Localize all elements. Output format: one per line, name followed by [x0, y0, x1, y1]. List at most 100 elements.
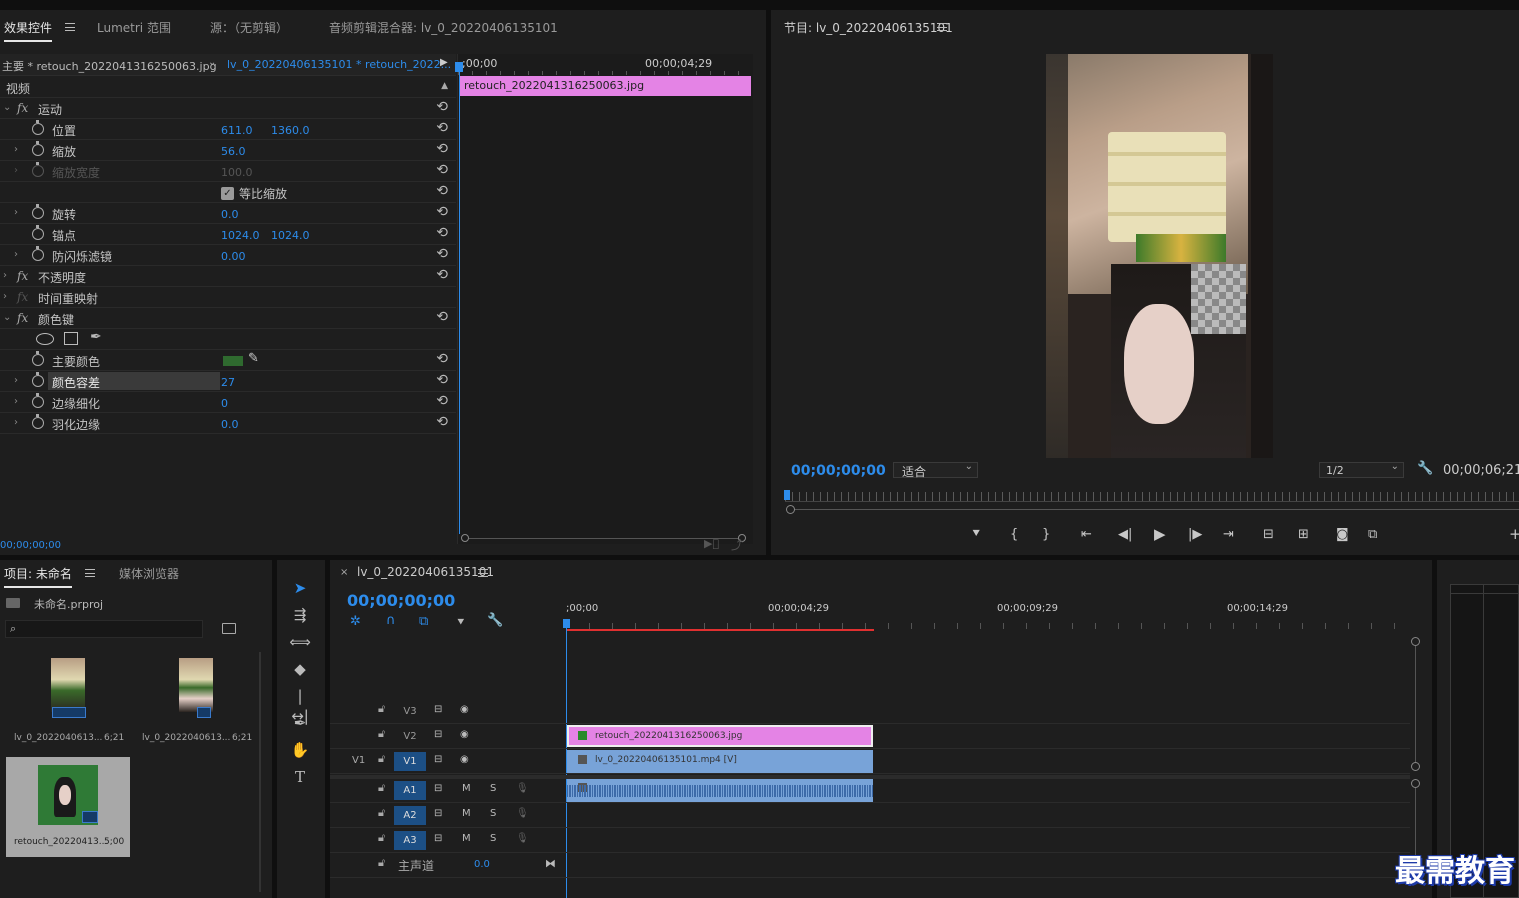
- wrench-icon[interactable]: 🔧: [487, 613, 503, 628]
- stopwatch-icon[interactable]: [32, 351, 44, 366]
- edge-thin-value[interactable]: 0: [221, 397, 228, 410]
- camera-icon[interactable]: ◙: [1336, 527, 1349, 542]
- track-label[interactable]: V3: [394, 702, 426, 721]
- lock-icon[interactable]: 🔓︎: [378, 856, 385, 870]
- rotation-value[interactable]: 0.0: [221, 208, 239, 221]
- solo-button[interactable]: S: [490, 808, 496, 819]
- chevron-right-icon[interactable]: ›: [14, 417, 18, 428]
- chevron-right-icon[interactable]: ›: [14, 396, 18, 407]
- add-marker-icon[interactable]: ⯆: [456, 615, 466, 630]
- reset-icon[interactable]: ⟲: [436, 246, 448, 262]
- chevron-right-icon[interactable]: ›: [14, 375, 18, 386]
- go-to-in-icon[interactable]: ⇤: [1081, 527, 1092, 542]
- tab-audio-clip-mixer[interactable]: 音频剪辑混合器: lv_0_20220406135101: [329, 19, 558, 36]
- menu-icon[interactable]: [937, 23, 947, 31]
- source-patch-v1[interactable]: V1: [352, 755, 365, 766]
- program-scroll[interactable]: [786, 505, 1519, 514]
- fx-icon[interactable]: fx: [17, 269, 28, 283]
- add-marker-icon[interactable]: ⯆: [971, 527, 981, 542]
- playhead-handle[interactable]: [455, 62, 463, 72]
- prop-feather[interactable]: › 羽化边缘 0.0 ⟲: [0, 413, 456, 434]
- lock-icon[interactable]: 🔓︎: [378, 806, 385, 820]
- tab-project[interactable]: 项目: 未命名: [4, 565, 72, 588]
- track-label[interactable]: A2: [394, 806, 426, 825]
- sync-lock-icon[interactable]: ⊟: [434, 833, 442, 844]
- menu-icon[interactable]: [65, 23, 75, 31]
- program-monitor-title[interactable]: 节目: lv_0_20220406135101: [784, 19, 953, 36]
- snap-icon[interactable]: ✲: [350, 614, 361, 629]
- stopwatch-icon[interactable]: [32, 120, 44, 135]
- linked-selection-icon[interactable]: ⧉: [419, 614, 428, 629]
- chevron-right-icon[interactable]: ›: [3, 270, 7, 281]
- menu-icon[interactable]: [85, 569, 95, 577]
- eye-icon[interactable]: ◉: [460, 754, 469, 765]
- mute-button[interactable]: M: [462, 783, 471, 794]
- microphone-icon[interactable]: 🎙︎: [516, 833, 529, 844]
- fx-icon[interactable]: fx: [17, 311, 28, 325]
- flicker-value[interactable]: 0.00: [221, 250, 246, 263]
- extract-icon[interactable]: ⊞: [1298, 527, 1309, 542]
- chevron-right-icon[interactable]: ›: [14, 144, 18, 155]
- reset-icon[interactable]: ⟲: [436, 414, 448, 430]
- track-label[interactable]: A1: [394, 781, 426, 800]
- eyedropper-icon[interactable]: ✎: [248, 351, 259, 366]
- solo-button[interactable]: S: [490, 783, 496, 794]
- effect-controls-timecode[interactable]: 00;00;00;00: [0, 540, 61, 551]
- project-item[interactable]: lv_0_2022040613... 6;21: [134, 653, 258, 753]
- effect-opacity[interactable]: › fx 不透明度 ⟲: [0, 266, 456, 287]
- prop-color-tolerance[interactable]: › 颜色容差 27 ⟲: [0, 371, 456, 392]
- prop-key-color[interactable]: 主要颜色 ✎ ⟲: [0, 350, 456, 371]
- reset-icon[interactable]: ⟲: [436, 372, 448, 388]
- sequence-clip-label[interactable]: lv_0_20220406135101 * retouch_2022...: [227, 58, 451, 71]
- reset-icon[interactable]: ⟲: [436, 267, 448, 283]
- master-volume-value[interactable]: 0.0: [474, 859, 490, 870]
- ellipse-mask-icon[interactable]: [36, 333, 54, 345]
- reset-icon[interactable]: ⟲: [436, 351, 448, 367]
- anchor-y-value[interactable]: 1024.0: [271, 229, 310, 242]
- reset-icon[interactable]: ⟲: [436, 120, 448, 136]
- effect-time-remap[interactable]: › fx 时间重映射: [0, 287, 456, 308]
- tab-source[interactable]: 源：（无剪辑）: [210, 19, 288, 36]
- program-timecode[interactable]: 00;00;00;00: [791, 463, 886, 479]
- chevron-open-icon[interactable]: ⌄: [3, 312, 11, 323]
- reset-icon[interactable]: ⟲: [436, 162, 448, 178]
- magnet-icon[interactable]: ∩: [386, 613, 396, 628]
- feather-value[interactable]: 0.0: [221, 418, 239, 431]
- selection-tool-icon[interactable]: ➤: [289, 578, 311, 598]
- tab-lumetri-scopes[interactable]: Lumetri 范围: [97, 19, 171, 36]
- mark-out-icon[interactable]: }: [1042, 527, 1050, 542]
- lock-icon[interactable]: 🔓︎: [378, 781, 385, 795]
- track-select-tool-icon[interactable]: ⇶: [289, 605, 311, 625]
- key-color-swatch[interactable]: [223, 356, 243, 366]
- reset-icon[interactable]: ⟲: [436, 183, 448, 199]
- effect-motion[interactable]: ⌄ fx 运动 ⟲: [0, 98, 456, 119]
- prop-edge-thin[interactable]: › 边缘细化 0 ⟲: [0, 392, 456, 413]
- go-to-end-icon[interactable]: ⧓: [545, 857, 556, 870]
- reset-icon[interactable]: ⟲: [436, 99, 448, 115]
- project-item[interactable]: lv_0_2022040613... 6;21: [6, 653, 130, 753]
- prop-scale[interactable]: › 缩放 56.0 ⟲: [0, 140, 456, 161]
- stopwatch-icon[interactable]: [32, 393, 44, 408]
- work-area-bar[interactable]: [566, 629, 874, 631]
- timeline-timecode[interactable]: 00;00;00;00: [347, 591, 455, 610]
- stopwatch-icon[interactable]: [32, 141, 44, 156]
- fit-dropdown[interactable]: 适合 ⌄: [893, 461, 978, 479]
- sync-lock-icon[interactable]: ⊟: [434, 704, 442, 715]
- program-video-frame[interactable]: [1046, 54, 1273, 458]
- collapse-icon[interactable]: ▲: [441, 81, 448, 91]
- mark-in-icon[interactable]: {: [1010, 527, 1018, 542]
- eye-icon[interactable]: ◉: [460, 729, 469, 740]
- track-a2[interactable]: 🔓︎ A2 ⊟ M S 🎙︎: [330, 803, 1410, 828]
- play-icon[interactable]: ▶: [1154, 525, 1166, 543]
- stopwatch-icon[interactable]: [32, 246, 44, 261]
- go-to-out-icon[interactable]: ⇥: [1223, 527, 1234, 542]
- chevron-right-icon[interactable]: ›: [14, 207, 18, 218]
- export-icon[interactable]: ⤴: [731, 536, 743, 553]
- new-bin-icon[interactable]: [222, 623, 236, 634]
- lock-icon[interactable]: 🔓︎: [378, 831, 385, 845]
- ripple-edit-tool-icon[interactable]: ⟺: [289, 632, 311, 652]
- prop-uniform-scale[interactable]: ✓ 等比缩放 ⟲: [0, 182, 456, 203]
- mute-button[interactable]: M: [462, 808, 471, 819]
- step-forward-icon[interactable]: |▶: [1188, 527, 1202, 542]
- track-v1[interactable]: V1 🔓︎ V1 ⊟ ◉ lv_0_20220406135101.mp4 [V]: [330, 749, 1410, 774]
